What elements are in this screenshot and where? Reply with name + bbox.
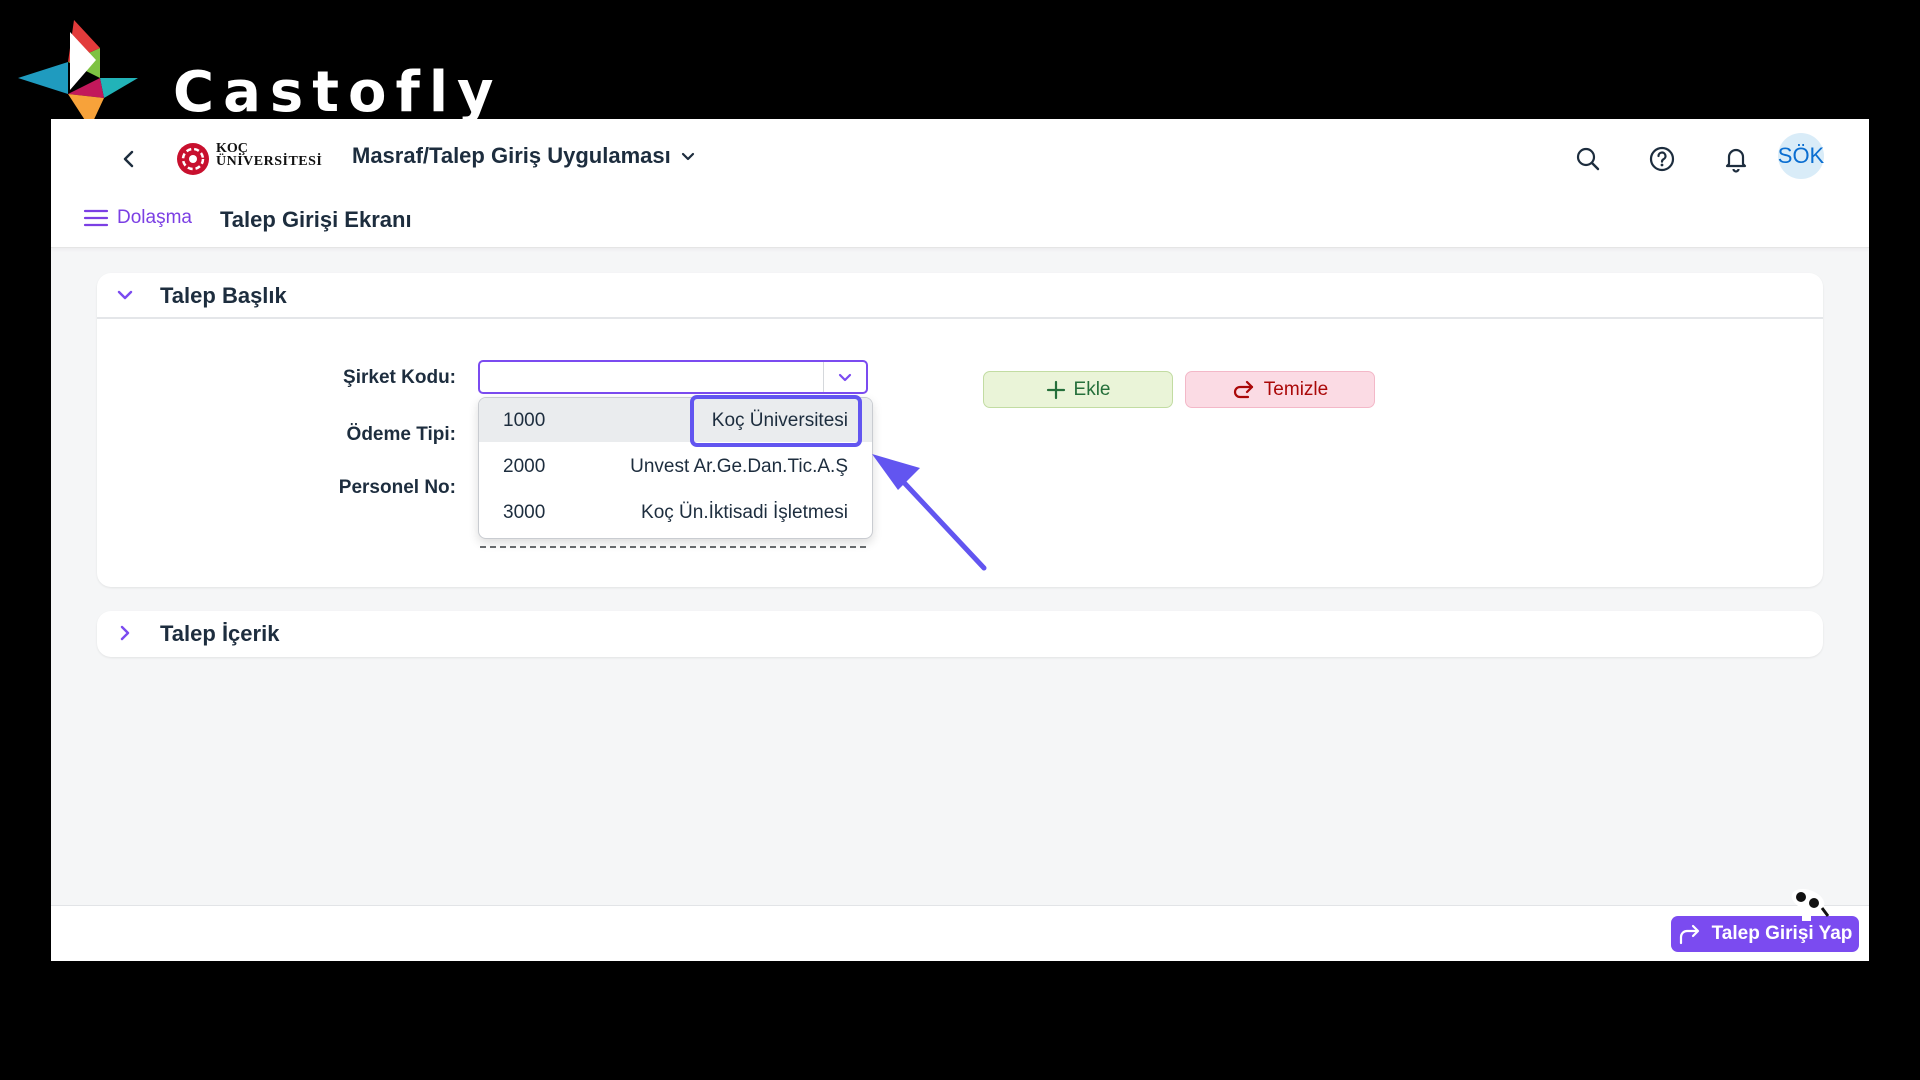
option-code: 3000 — [503, 502, 546, 523]
user-avatar[interactable]: SÖK — [1778, 133, 1824, 179]
add-button-label: Ekle — [1073, 378, 1111, 400]
option-name: Unvest Ar.Ge.Dan.Tic.A.Ş — [630, 456, 848, 477]
add-button[interactable]: Ekle — [983, 371, 1173, 408]
help-icon — [1649, 146, 1675, 172]
logo-line-2: ÜNİVERSİTESİ — [216, 154, 323, 169]
back-button[interactable] — [111, 141, 147, 177]
header-panel-title: Talep Başlık — [160, 283, 287, 308]
company-code-combobox[interactable] — [478, 360, 868, 394]
navigation-menu-button[interactable]: Dolaşma — [83, 207, 192, 229]
redo-arrow-icon — [1233, 380, 1253, 398]
shell-bar: KOÇ ÜNİVERSİTESİ Masraf/Talep Giriş Uygu… — [51, 119, 1869, 248]
chevron-right-icon — [120, 625, 130, 641]
bell-icon — [1725, 148, 1747, 173]
castofly-watermark: Castofly — [18, 18, 494, 128]
app-window: KOÇ ÜNİVERSİTESİ Masraf/Talep Giriş Uygu… — [51, 119, 1869, 961]
personnel-no-field[interactable] — [480, 546, 866, 548]
option-name: Koç Ün.İktisadi İşletmesi — [641, 502, 848, 523]
dropdown-option-2000[interactable]: 2000 Unvest Ar.Ge.Dan.Tic.A.Ş — [479, 444, 872, 488]
option-code: 2000 — [503, 456, 546, 477]
search-icon — [1576, 147, 1600, 171]
koc-university-logo: KOÇ ÜNİVERSİTESİ — [175, 139, 325, 179]
help-button[interactable] — [1644, 141, 1680, 177]
hamburger-menu-icon — [83, 209, 109, 227]
chevron-down-icon — [838, 373, 852, 382]
header-panel-toggle[interactable]: Talep Başlık — [97, 273, 1823, 319]
option-code: 1000 — [503, 410, 546, 431]
app-title: Masraf/Talep Giriş Uygulaması — [352, 143, 671, 168]
castofly-logo-icon — [18, 20, 138, 128]
share-arrow-icon — [1679, 924, 1699, 945]
content-panel: Talep İçerik — [97, 611, 1823, 657]
chevron-down-icon — [117, 290, 133, 300]
koc-logo-icon — [177, 143, 209, 175]
clear-button[interactable]: Temizle — [1185, 371, 1375, 408]
submit-request-label: Talep Girişi Yap — [1711, 923, 1853, 944]
castofly-wordmark: Castofly — [173, 60, 503, 125]
page-title: Talep Girişi Ekranı — [220, 207, 412, 232]
payment-type-label: Ödeme Tipi: — [346, 424, 456, 445]
app-title-menu[interactable]: Masraf/Talep Giriş Uygulaması — [352, 143, 697, 169]
plus-icon — [1046, 380, 1065, 399]
notifications-button[interactable] — [1718, 141, 1754, 177]
search-button[interactable] — [1570, 141, 1606, 177]
navigation-label: Dolaşma — [117, 207, 192, 228]
company-code-label: Şirket Kodu: — [343, 367, 456, 388]
personnel-no-label: Personel No: — [338, 477, 456, 498]
footer-bar — [51, 905, 1869, 961]
option-name: Koç Üniversitesi — [711, 410, 848, 431]
dropdown-option-3000[interactable]: 3000 Koç Ün.İktisadi İşletmesi — [479, 490, 872, 534]
content-panel-title: Talep İçerik — [160, 621, 280, 646]
dropdown-option-1000[interactable]: 1000 Koç Üniversitesi — [479, 398, 872, 442]
clear-button-label: Temizle — [1263, 378, 1329, 400]
content-panel-toggle[interactable]: Talep İçerik — [97, 611, 1823, 655]
company-code-dropdown-list: 1000 Koç Üniversitesi 2000 Unvest Ar.Ge.… — [478, 397, 873, 539]
company-code-dropdown-button[interactable] — [823, 362, 866, 392]
chevron-down-icon — [681, 152, 694, 161]
back-icon — [123, 150, 134, 168]
robot-mascot-icon — [1791, 888, 1830, 921]
